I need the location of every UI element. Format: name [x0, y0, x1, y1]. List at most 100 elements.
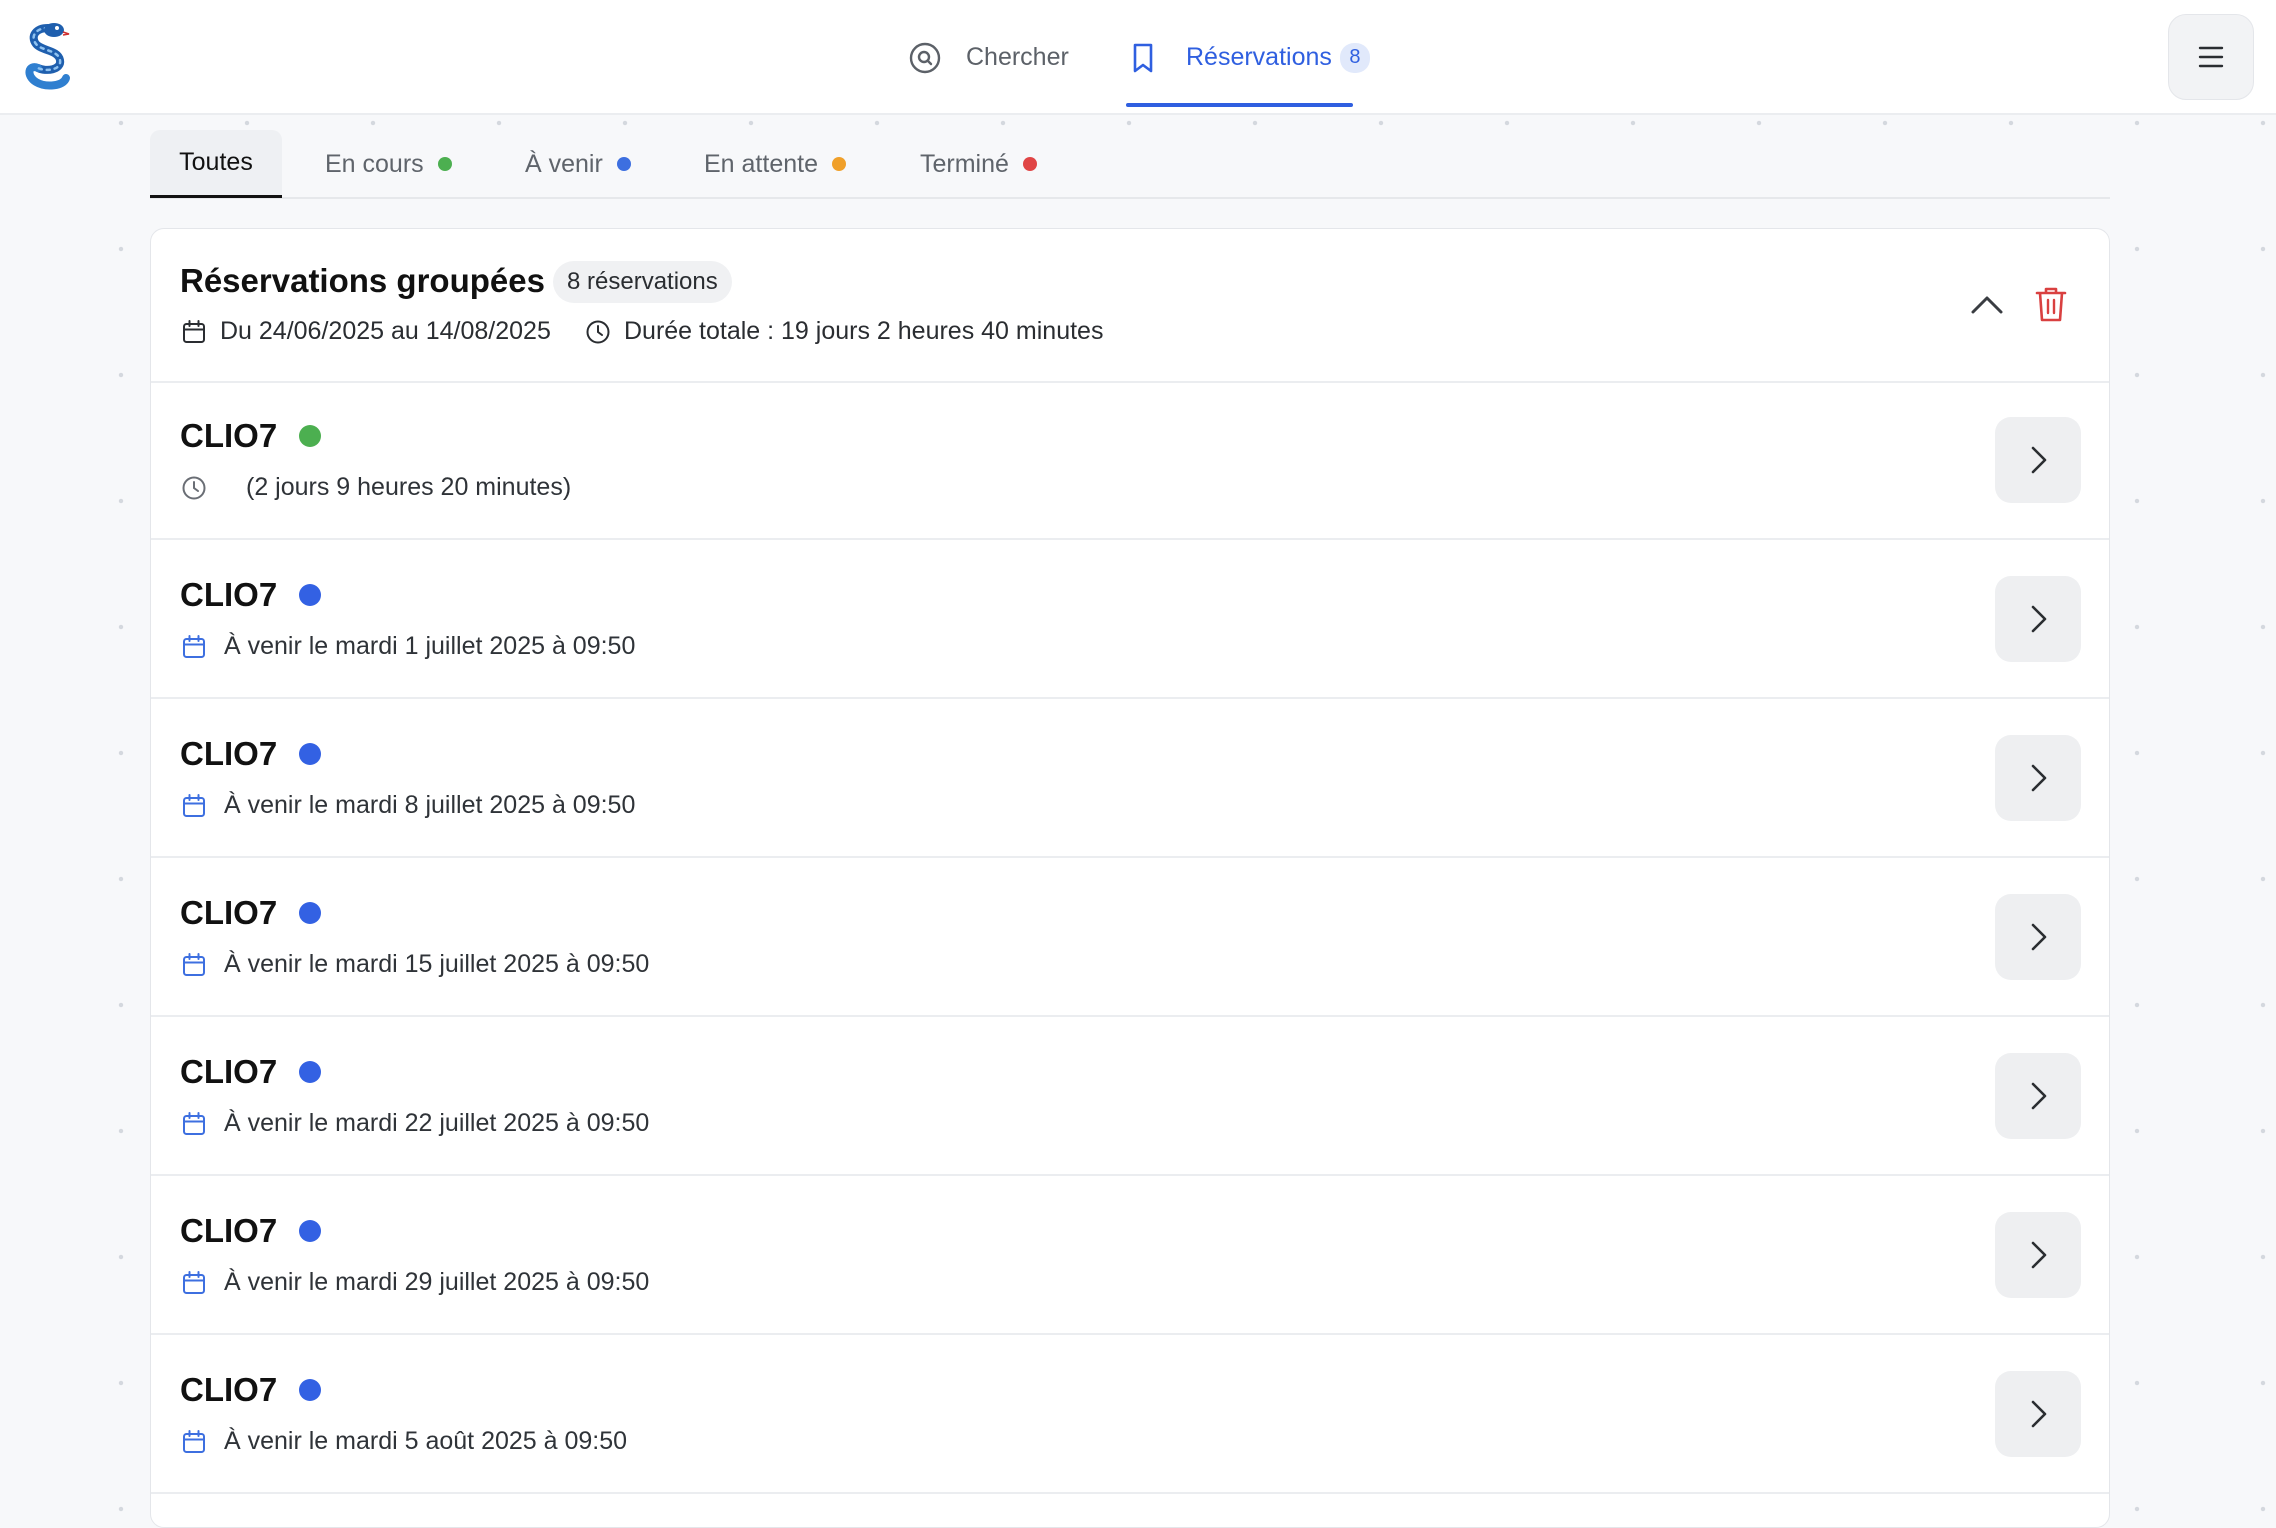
reservation-detail: À venir le mardi 1 juillet 2025 à 09:50 [180, 632, 635, 661]
status-dot [831, 157, 846, 171]
chevron-right-icon [2031, 605, 2047, 633]
status-dot [1022, 157, 1037, 171]
calendar-icon [183, 319, 205, 343]
chevron-right-icon [2031, 1400, 2047, 1428]
vehicle-name: CLIO7 [180, 1371, 278, 1408]
chevron-up-icon[interactable] [1967, 289, 2007, 319]
reservation-title: CLIO7 [180, 894, 322, 932]
top-navigation: Chercher Réservations 8 [0, 0, 2276, 115]
group-total-duration-text: Durée totale : 19 jours 2 heures 40 minu… [624, 317, 1104, 345]
calendar-icon [183, 1429, 205, 1453]
active-nav-indicator [1126, 103, 1353, 107]
reservation-detail: À venir le mardi 22 juillet 2025 à 09:50 [180, 1109, 649, 1138]
open-reservation-button[interactable] [1995, 576, 2081, 662]
tab-termine-label: Terminé [920, 149, 1009, 178]
reservation-detail: À venir le mardi 5 août 2025 à 09:50 [180, 1427, 627, 1456]
tab-all[interactable]: Toutes [150, 130, 282, 198]
open-reservation-button[interactable] [1995, 735, 2081, 821]
open-reservation-button[interactable] [1995, 417, 2081, 503]
chevron-right-icon [2031, 1241, 2047, 1269]
tab-en-attente[interactable]: En attente [704, 130, 846, 198]
tab-en-cours[interactable]: En cours [325, 130, 452, 198]
reservation-row[interactable]: CLIO7 À venir le mardi 22 juillet 2025 à… [151, 1017, 2109, 1176]
status-dot [299, 1061, 322, 1083]
reservation-detail: (2 jours 9 heures 20 minutes) [180, 473, 571, 502]
clock-icon [586, 320, 610, 343]
status-dot [299, 902, 322, 924]
calendar-icon [183, 634, 205, 658]
status-dot [299, 584, 322, 606]
status-dot [299, 1220, 322, 1242]
tab-a-venir-label: À venir [525, 149, 603, 178]
reservation-row[interactable]: CLIO7 À venir le mardi 15 juillet 2025 à… [151, 858, 2109, 1017]
nav-reservations-label: Réservations [1186, 43, 1332, 71]
reservation-title: CLIO7 [180, 1053, 322, 1091]
group-date-range: Du 24/06/2025 au 14/08/2025 [180, 317, 551, 346]
status-dot [437, 157, 452, 171]
reservation-row[interactable]: CLIO7 À venir le mardi 5 août 2025 à 09:… [151, 1335, 2109, 1494]
calendar-icon [183, 952, 205, 976]
hamburger-icon [2198, 46, 2224, 68]
group-total-duration: Durée totale : 19 jours 2 heures 40 minu… [584, 317, 1103, 346]
chevron-right-icon [2031, 923, 2047, 951]
reservation-detail-text: À venir le mardi 29 juillet 2025 à 09:50 [224, 1268, 650, 1296]
reservation-title: CLIO7 [180, 1371, 322, 1409]
grouped-reservations-card: Réservations groupées 8 réservations Du … [150, 228, 2110, 1528]
reservation-detail-text: À venir le mardi 22 juillet 2025 à 09:50 [224, 1109, 650, 1137]
status-dot [299, 1379, 322, 1401]
calendar-icon [183, 793, 205, 817]
tab-all-label: Toutes [179, 148, 253, 176]
reservation-row[interactable]: CLIO7 À venir le mardi 29 juillet 2025 à… [151, 1176, 2109, 1335]
reservation-detail: À venir le mardi 29 juillet 2025 à 09:50 [180, 1268, 649, 1297]
group-count-badge: 8 réservations [553, 261, 732, 303]
clock-icon [182, 476, 206, 499]
group-header: Réservations groupées 8 réservations Du … [151, 229, 2109, 383]
tab-en-cours-label: En cours [325, 149, 424, 178]
reservation-detail-text: (2 jours 9 heures 20 minutes) [246, 473, 572, 501]
bookmark-icon [1133, 43, 1153, 72]
open-reservation-button[interactable] [1995, 1212, 2081, 1298]
vehicle-name: CLIO7 [180, 417, 278, 454]
reservation-title: CLIO7 [180, 1212, 322, 1250]
chevron-right-icon [2031, 764, 2047, 792]
snake-logo-icon[interactable] [18, 20, 78, 94]
open-reservation-button[interactable] [1995, 1371, 2081, 1457]
vehicle-name: CLIO7 [180, 894, 278, 931]
calendar-icon [183, 1111, 205, 1135]
group-date-range-text: Du 24/06/2025 au 14/08/2025 [220, 317, 551, 345]
status-dot [299, 425, 322, 447]
calendar-icon [183, 1270, 205, 1294]
nav-reservations[interactable]: Réservations 8 [1126, 0, 1370, 115]
reservations-count-badge: 8 [1339, 42, 1370, 73]
trash-icon[interactable] [2033, 284, 2069, 324]
vehicle-name: CLIO7 [180, 1212, 278, 1249]
menu-button[interactable] [2168, 14, 2254, 100]
reservation-detail: À venir le mardi 15 juillet 2025 à 09:50 [180, 950, 649, 979]
reservation-row[interactable]: CLIO7 À venir le mardi 1 juillet 2025 à … [151, 540, 2109, 699]
tab-termine[interactable]: Terminé [920, 130, 1037, 198]
tab-a-venir[interactable]: À venir [525, 130, 631, 198]
status-dot [299, 743, 322, 765]
reservation-row[interactable]: CLIO7 À venir le mardi 8 juillet 2025 à … [151, 699, 2109, 858]
nav-search-label: Chercher [966, 43, 1069, 71]
reservation-row[interactable]: CLIO7 (2 jours 9 heures 20 minutes) [151, 381, 2109, 540]
reservation-title: CLIO7 [180, 417, 322, 455]
status-dot [616, 157, 631, 171]
reservation-title: CLIO7 [180, 735, 322, 773]
reservation-title: CLIO7 [180, 576, 322, 614]
reservation-detail-text: À venir le mardi 8 juillet 2025 à 09:50 [224, 791, 636, 819]
vehicle-name: CLIO7 [180, 576, 278, 613]
reservation-detail-text: À venir le mardi 15 juillet 2025 à 09:50 [224, 950, 650, 978]
nav-search[interactable]: Chercher [908, 0, 1069, 115]
open-reservation-button[interactable] [1995, 1053, 2081, 1139]
search-icon [909, 42, 941, 73]
chevron-right-icon [2031, 1082, 2047, 1110]
vehicle-name: CLIO7 [180, 1053, 278, 1090]
open-reservation-button[interactable] [1995, 894, 2081, 980]
reservation-detail-text: À venir le mardi 5 août 2025 à 09:50 [224, 1427, 628, 1455]
vehicle-name: CLIO7 [180, 735, 278, 772]
reservation-detail-text: À venir le mardi 1 juillet 2025 à 09:50 [224, 632, 636, 660]
reservation-detail: À venir le mardi 8 juillet 2025 à 09:50 [180, 791, 635, 820]
tab-en-attente-label: En attente [704, 149, 818, 178]
chevron-right-icon [2031, 446, 2047, 474]
